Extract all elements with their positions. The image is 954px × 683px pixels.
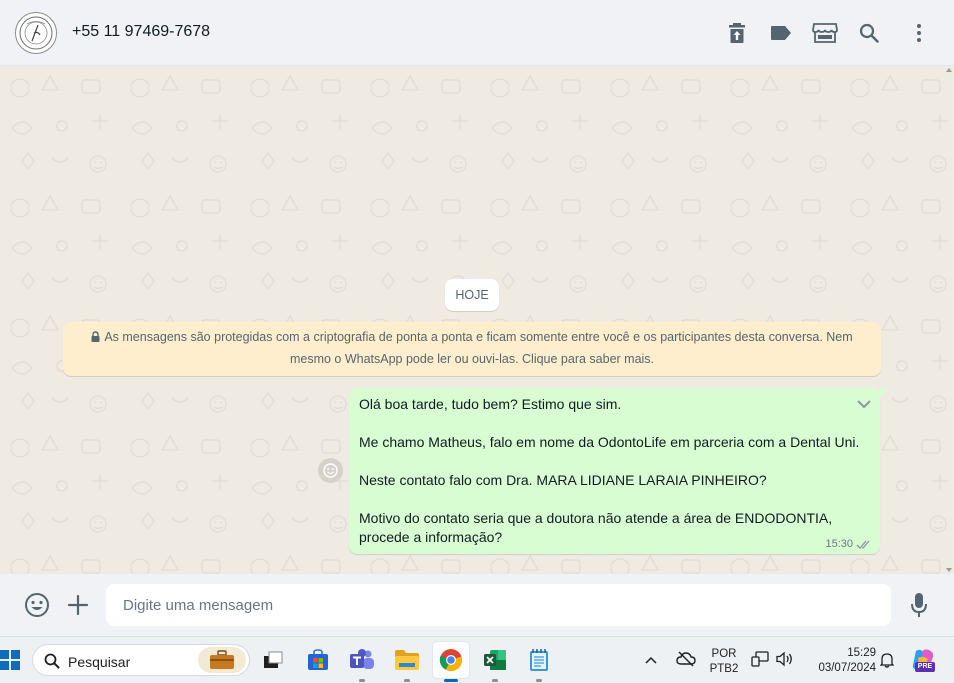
message-input[interactable] xyxy=(106,584,891,626)
attach-plus-button[interactable] xyxy=(65,592,91,618)
notification-bell-icon[interactable] xyxy=(879,652,895,673)
running-indicator xyxy=(536,679,542,682)
keyboard-layout: PTB2 xyxy=(709,663,739,675)
teams-icon xyxy=(350,649,374,669)
taskbar-microsoft-store[interactable] xyxy=(300,642,336,678)
taskbar-task-view[interactable] xyxy=(255,642,291,678)
language-code: POR xyxy=(711,648,737,660)
contact-name[interactable]: +55 11 97469-7678 xyxy=(72,23,210,41)
taskbar-clock[interactable]: 15:29 03/07/2024 xyxy=(806,646,876,676)
taskbar-teams[interactable] xyxy=(344,642,380,682)
react-emoji-button[interactable] xyxy=(318,458,343,483)
scroll-down-arrow-icon[interactable] xyxy=(946,568,952,572)
notepad-icon xyxy=(530,649,548,671)
label-icon[interactable] xyxy=(769,21,793,45)
bubble-tail xyxy=(880,388,888,398)
taskbar-chrome[interactable] xyxy=(433,642,469,682)
emoji-icon xyxy=(25,593,49,617)
chat-area[interactable]: HOJE As mensagens são protegidas com a c… xyxy=(0,66,954,574)
double-check-icon xyxy=(856,540,870,549)
voice-message-button[interactable] xyxy=(906,592,932,618)
emoji-button[interactable] xyxy=(24,592,50,618)
input-language-indicator[interactable]: POR PTB2 xyxy=(707,647,741,677)
clock-time: 15:29 xyxy=(847,647,876,659)
trash-icon[interactable] xyxy=(725,21,749,45)
taskbar-excel[interactable] xyxy=(477,642,513,682)
outgoing-message-bubble[interactable]: Olá boa tarde, tudo bem? Estimo que sim.… xyxy=(349,388,888,554)
menu-icon[interactable] xyxy=(907,21,931,45)
copilot-icon[interactable]: PRE xyxy=(910,647,936,673)
store-icon[interactable] xyxy=(811,21,839,45)
emoji-smile-icon xyxy=(323,463,338,478)
search-icon[interactable] xyxy=(857,21,881,45)
excel-icon xyxy=(484,650,506,670)
windows-start-icon[interactable] xyxy=(0,650,20,670)
taskbar-search-label: Pesquisar xyxy=(68,654,131,670)
message-line: Motivo do contato seria que a doutora nã… xyxy=(359,510,833,545)
message-line: Olá boa tarde, tudo bem? Estimo que sim. xyxy=(359,396,622,412)
running-indicator xyxy=(492,679,498,682)
message-meta: 15:30 xyxy=(825,538,872,550)
file-explorer-icon xyxy=(395,650,419,670)
onedrive-offline-icon[interactable] xyxy=(676,651,696,672)
show-hidden-icons-chevron-up-icon[interactable] xyxy=(645,652,657,670)
volume-icon[interactable] xyxy=(775,651,795,672)
microsoft-store-icon xyxy=(308,649,328,670)
chevron-down-icon[interactable] xyxy=(856,396,872,412)
chat-header: +55 11 97469-7678 xyxy=(0,0,954,66)
message-time: 15:30 xyxy=(825,538,853,550)
microphone-icon xyxy=(911,593,927,617)
taskbar-notepad[interactable] xyxy=(521,642,557,682)
chrome-icon xyxy=(439,649,463,672)
contact-avatar[interactable] xyxy=(15,12,57,54)
taskbar-file-explorer[interactable] xyxy=(389,642,425,682)
message-line: Me chamo Matheus, falo em nome da Odonto… xyxy=(359,434,860,450)
network-icon[interactable] xyxy=(751,651,769,672)
message-line: Neste contato falo com Dra. MARA LIDIANE… xyxy=(359,472,767,488)
scroll-up-arrow-icon[interactable] xyxy=(946,68,952,72)
search-icon xyxy=(44,653,60,669)
lock-icon xyxy=(91,328,100,349)
copilot-preview-badge: PRE xyxy=(915,662,935,672)
search-highlight-briefcase-icon xyxy=(198,647,246,673)
plus-icon xyxy=(67,594,89,616)
taskbar-search-box[interactable]: Pesquisar xyxy=(32,644,250,676)
task-view-icon xyxy=(264,651,283,668)
active-indicator xyxy=(444,679,458,682)
clock-date: 03/07/2024 xyxy=(818,662,876,674)
date-divider: HOJE xyxy=(445,279,499,311)
encryption-notice-text: As mensagens são protegidas com a cripto… xyxy=(104,330,853,366)
chat-scrollbar[interactable] xyxy=(945,66,954,574)
running-indicator xyxy=(404,679,410,682)
windows-taskbar: Pesquisar POR PTB2 15:29 03/07/2024 PRE xyxy=(0,636,954,683)
encryption-notice[interactable]: As mensagens são protegidas com a cripto… xyxy=(63,322,881,376)
message-composer xyxy=(0,574,954,636)
running-indicator xyxy=(359,679,365,682)
avatar-logo-icon xyxy=(19,16,53,50)
